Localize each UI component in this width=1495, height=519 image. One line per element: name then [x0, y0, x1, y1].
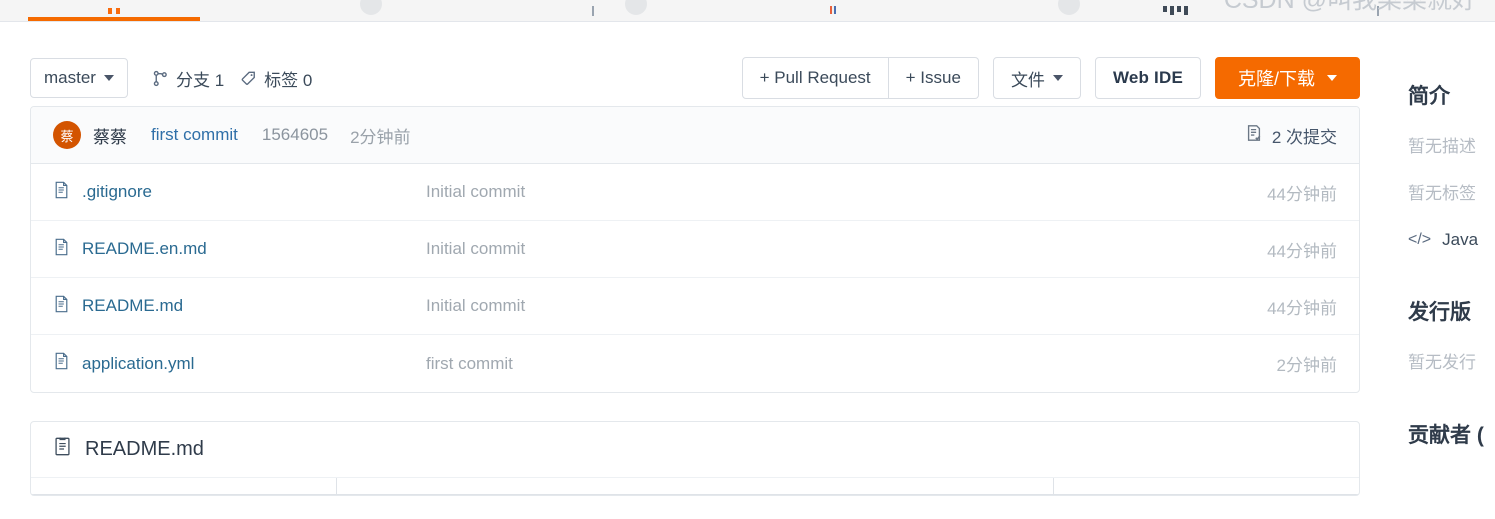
- tab-badge-3: [1058, 0, 1080, 15]
- tab-badge-1: [360, 0, 382, 15]
- table-row[interactable]: application.yml first commit 2分钟前: [31, 335, 1359, 392]
- active-tab-indicator: [28, 17, 200, 21]
- file-commit-message: Initial commit: [426, 182, 526, 201]
- tab-divider-1: [592, 6, 594, 16]
- file-timestamp: 44分钟前: [1267, 241, 1337, 261]
- clone-download-button[interactable]: 克隆/下载: [1214, 57, 1360, 99]
- branch-selector-label: master: [44, 68, 96, 87]
- file-timestamp: 44分钟前: [1267, 298, 1337, 318]
- history-icon: [1245, 124, 1263, 147]
- table-row[interactable]: README.md Initial commit 44分钟前: [31, 278, 1359, 335]
- file-name-label: .gitignore: [82, 182, 152, 201]
- tags-count-label: 标签 0: [264, 70, 313, 90]
- commit-count-label: 2 次提交: [1271, 127, 1337, 147]
- branch-icon: [152, 70, 169, 87]
- repo-sidebar: 简介 暂无描述 暂无标签 </> Java 发行版 暂无发行 贡献者 ( 蔡: [1408, 22, 1495, 449]
- branches-count[interactable]: 分支 1: [152, 66, 224, 91]
- chevron-down-icon: [103, 75, 114, 81]
- file-name-label: README.md: [82, 296, 184, 315]
- repo-toolbar: master 分支 1 标签 0 + Pull Request + Issue …: [30, 22, 1360, 106]
- file-link[interactable]: README.md: [53, 295, 426, 318]
- new-pull-request-button[interactable]: + Pull Request: [741, 57, 889, 99]
- chevron-down-icon: [1327, 75, 1337, 81]
- tab-icon-repository: [108, 8, 120, 14]
- clone-download-label: 克隆/下载: [1237, 69, 1315, 89]
- file-commit-message: Initial commit: [426, 239, 526, 258]
- table-cell: [335, 478, 1055, 495]
- toolbar-actions: + Pull Request + Issue 文件 Web IDE 克隆/下载: [741, 57, 1360, 99]
- file-timestamp: 44分钟前: [1267, 184, 1337, 204]
- latest-commit-bar: 蔡 蔡蔡 first commit 1564605 2分钟前 2 次提交: [31, 107, 1359, 164]
- about-heading: 简介: [1408, 85, 1450, 108]
- files-menu-button[interactable]: 文件: [992, 57, 1081, 99]
- top-tab-strip[interactable]: [0, 0, 1495, 22]
- primary-language[interactable]: </> Java: [1408, 230, 1495, 250]
- readme-icon: [53, 436, 72, 463]
- create-button-group: + Pull Request + Issue: [741, 57, 979, 99]
- file-link[interactable]: .gitignore: [53, 181, 426, 204]
- chevron-down-icon: [1052, 75, 1063, 81]
- file-icon: [53, 181, 70, 204]
- file-name-label: README.en.md: [82, 239, 207, 258]
- about-tags: 暂无标签: [1408, 184, 1476, 203]
- commit-sha[interactable]: 1564605: [262, 125, 328, 145]
- main-column: master 分支 1 标签 0 + Pull Request + Issue …: [0, 22, 1390, 496]
- web-ide-button[interactable]: Web IDE: [1094, 57, 1201, 99]
- commit-author[interactable]: 蔡蔡: [93, 123, 127, 148]
- branch-selector[interactable]: master: [30, 58, 128, 98]
- commit-history-link[interactable]: 2 次提交: [1245, 123, 1337, 148]
- file-name-label: application.yml: [82, 353, 195, 373]
- tab-badge-2: [625, 0, 647, 15]
- file-icon: [53, 295, 70, 318]
- files-menu-label: 文件: [1010, 70, 1045, 90]
- primary-language-label: Java: [1442, 230, 1479, 249]
- file-browser-panel: 蔡 蔡蔡 first commit 1564605 2分钟前 2 次提交 .gi…: [30, 106, 1360, 393]
- tag-icon: [240, 70, 257, 87]
- file-commit-message: first commit: [426, 353, 513, 373]
- tags-count[interactable]: 标签 0: [240, 66, 312, 91]
- table-row[interactable]: .gitignore Initial commit 44分钟前: [31, 164, 1359, 221]
- table-cell: [31, 478, 337, 495]
- readme-panel: README.md: [30, 421, 1360, 496]
- commit-message-link[interactable]: first commit: [151, 125, 238, 145]
- file-commit-message: Initial commit: [426, 296, 526, 315]
- releases-heading: 发行版: [1408, 301, 1471, 324]
- tab-icon-chart: [1163, 6, 1188, 15]
- avatar[interactable]: 蔡: [53, 121, 81, 149]
- readme-table: [31, 478, 1359, 495]
- file-icon: [53, 238, 70, 261]
- readme-title: README.md: [85, 438, 204, 460]
- file-link[interactable]: application.yml: [53, 352, 426, 375]
- readme-header: README.md: [31, 422, 1359, 478]
- file-link[interactable]: README.en.md: [53, 238, 426, 261]
- releases-section: 发行版 暂无发行: [1408, 296, 1495, 373]
- new-issue-button[interactable]: + Issue: [888, 57, 979, 99]
- table-cell: [1053, 478, 1359, 495]
- file-timestamp: 2分钟前: [1276, 356, 1337, 375]
- tab-icon-flag: [830, 6, 836, 14]
- file-icon: [53, 352, 70, 375]
- commit-timestamp: 2分钟前: [350, 127, 411, 147]
- releases-empty: 暂无发行: [1408, 353, 1476, 372]
- tab-divider-2: [1377, 6, 1379, 16]
- repo-meta-stats: 分支 1 标签 0: [152, 66, 312, 91]
- readme-content: [31, 478, 1359, 495]
- table-row[interactable]: README.en.md Initial commit 44分钟前: [31, 221, 1359, 278]
- branches-count-label: 分支 1: [175, 70, 225, 90]
- about-description: 暂无描述: [1408, 137, 1476, 156]
- code-icon: </>: [1408, 231, 1432, 248]
- contributors-section: 贡献者 (: [1408, 419, 1495, 449]
- table-row: [31, 478, 1359, 495]
- contributors-heading: 贡献者 (: [1408, 424, 1484, 447]
